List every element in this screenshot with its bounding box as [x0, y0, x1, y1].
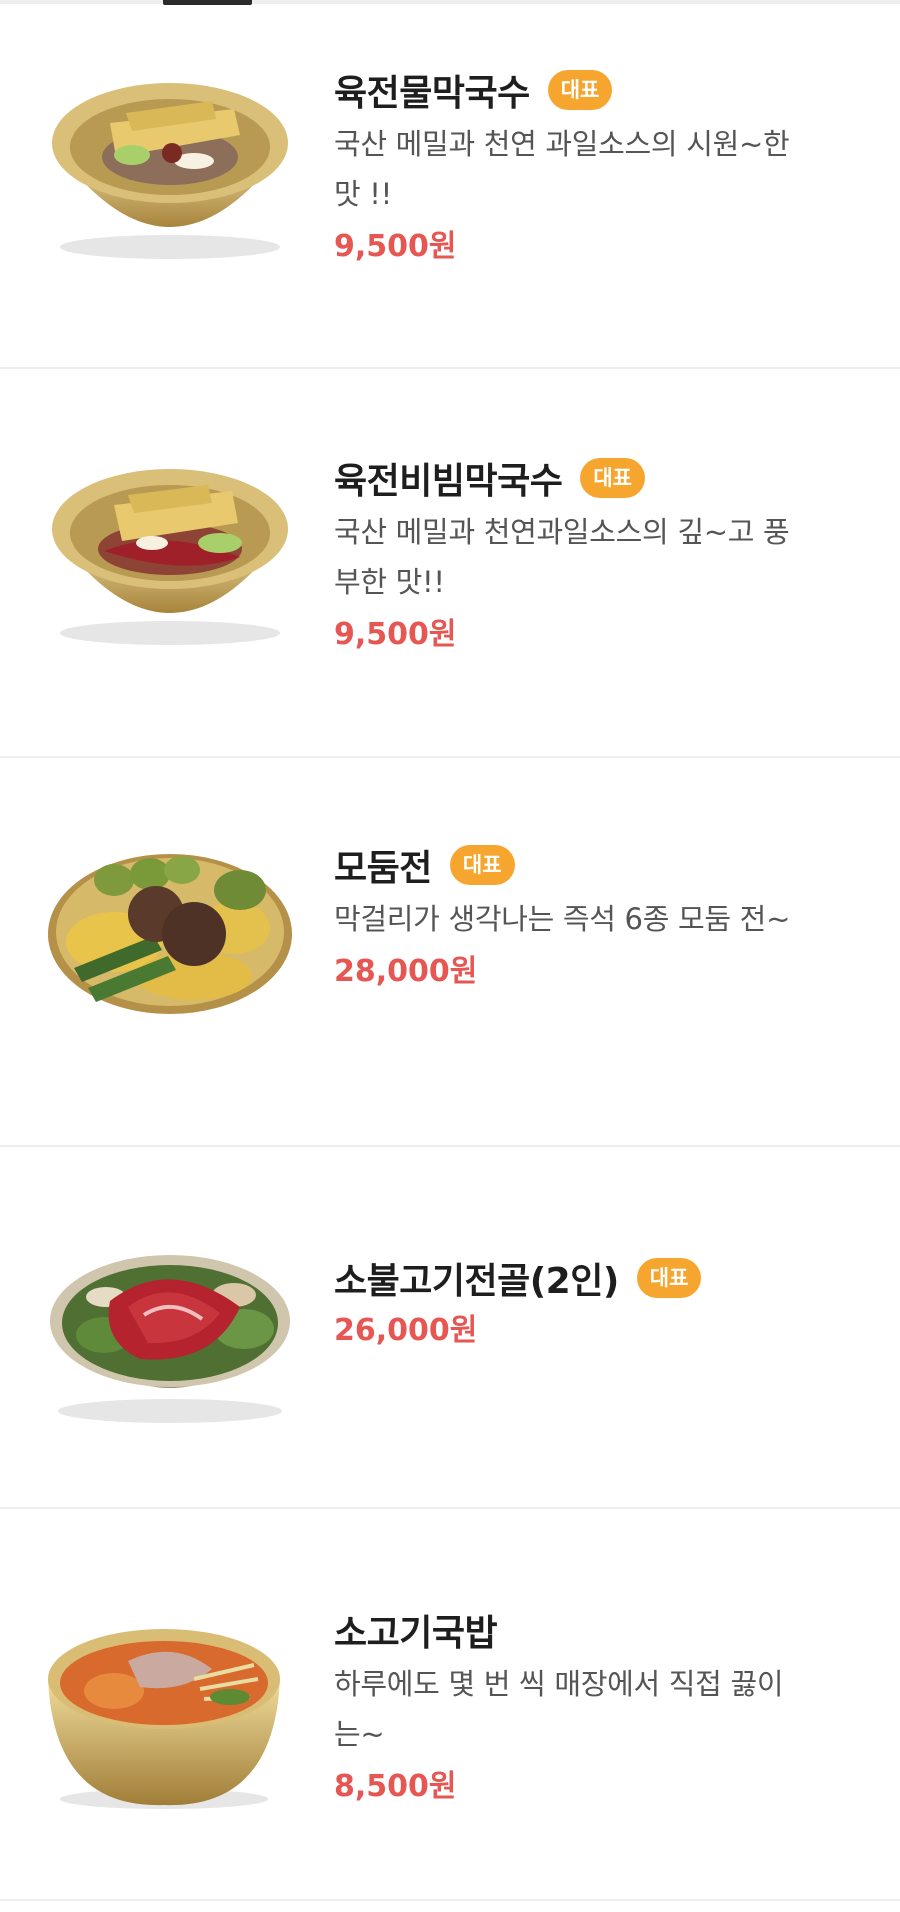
- menu-price: 26,000원: [334, 1313, 478, 1348]
- menu-name: 육전비빔막국수: [334, 461, 563, 502]
- menu-description: 막걸리가 생각나는 즉석 6종 모둠 전~: [334, 894, 860, 944]
- menu-thumbnail[interactable]: [44, 61, 296, 265]
- signature-badge: 대표: [547, 70, 613, 110]
- menu-description-line: 막걸리가 생각나는 즉석 6종 모둠 전~: [334, 902, 791, 936]
- signature-badge: 대표: [449, 845, 515, 885]
- menu-description-line: 국산 메밀과 천연과일소스의 깊~고 풍: [334, 515, 790, 549]
- menu-name: 소불고기전골(2인): [334, 1261, 619, 1302]
- menu-description-line: 는~: [334, 1717, 385, 1751]
- menu-description-line: 국산 메밀과 천연 과일소스의 시원~한: [334, 127, 790, 161]
- menu-item[interactable]: 소불고기전골(2인) 대표 26,000원: [0, 1147, 900, 1509]
- menu-thumbnail[interactable]: [44, 818, 296, 1022]
- menu-description-line: 하루에도 몇 번 씩 매장에서 직접 끓이: [334, 1667, 784, 1701]
- menu-item[interactable]: 소고기국밥 하루에도 몇 번 씩 매장에서 직접 끓이 는~ 8,500원: [0, 1509, 900, 1901]
- menu-thumbnail[interactable]: [44, 1225, 296, 1429]
- menu-list: 육전물막국수 대표 국산 메밀과 천연 과일소스의 시원~한 맛 !! 9,50…: [0, 5, 900, 1901]
- menu-price: 9,500원: [334, 617, 457, 652]
- menu-item[interactable]: 육전물막국수 대표 국산 메밀과 천연 과일소스의 시원~한 맛 !! 9,50…: [0, 5, 900, 369]
- naengmyeon-bowl-icon: [52, 83, 288, 259]
- menu-thumbnail[interactable]: [44, 1609, 296, 1813]
- menu-description-line: 부한 맛!!: [334, 565, 445, 599]
- signature-badge: 대표: [636, 1258, 702, 1298]
- menu-description: 하루에도 몇 번 씩 매장에서 직접 끓이 는~: [334, 1659, 860, 1759]
- menu-price: 9,500원: [334, 229, 457, 264]
- menu-description-line: 맛 !!: [334, 177, 392, 211]
- menu-name: 모둠전: [334, 848, 432, 889]
- menu-item[interactable]: 육전비빔막국수 대표 국산 메밀과 천연과일소스의 깊~고 풍 부한 맛!! 9…: [0, 369, 900, 758]
- menu-price: 8,500원: [334, 1769, 457, 1804]
- tab-bar-divider: [0, 0, 900, 4]
- menu-name: 육전물막국수: [334, 73, 530, 114]
- bulgogi-hotpot-icon: [50, 1255, 290, 1423]
- menu-description: 국산 메밀과 천연 과일소스의 시원~한 맛 !!: [334, 119, 860, 219]
- menu-description: 국산 메밀과 천연과일소스의 깊~고 풍 부한 맛!!: [334, 507, 860, 607]
- menu-price: 28,000원: [334, 954, 478, 989]
- bibim-naengmyeon-bowl-icon: [52, 469, 288, 645]
- menu-thumbnail[interactable]: [44, 447, 296, 651]
- menu-name: 소고기국밥: [334, 1613, 498, 1654]
- signature-badge: 대표: [580, 458, 645, 498]
- gukbap-bowl-icon: [48, 1629, 280, 1809]
- jeon-platter-icon: [48, 854, 292, 1014]
- menu-item[interactable]: 모둠전 대표 막걸리가 생각나는 즉석 6종 모둠 전~ 28,000원: [0, 758, 900, 1147]
